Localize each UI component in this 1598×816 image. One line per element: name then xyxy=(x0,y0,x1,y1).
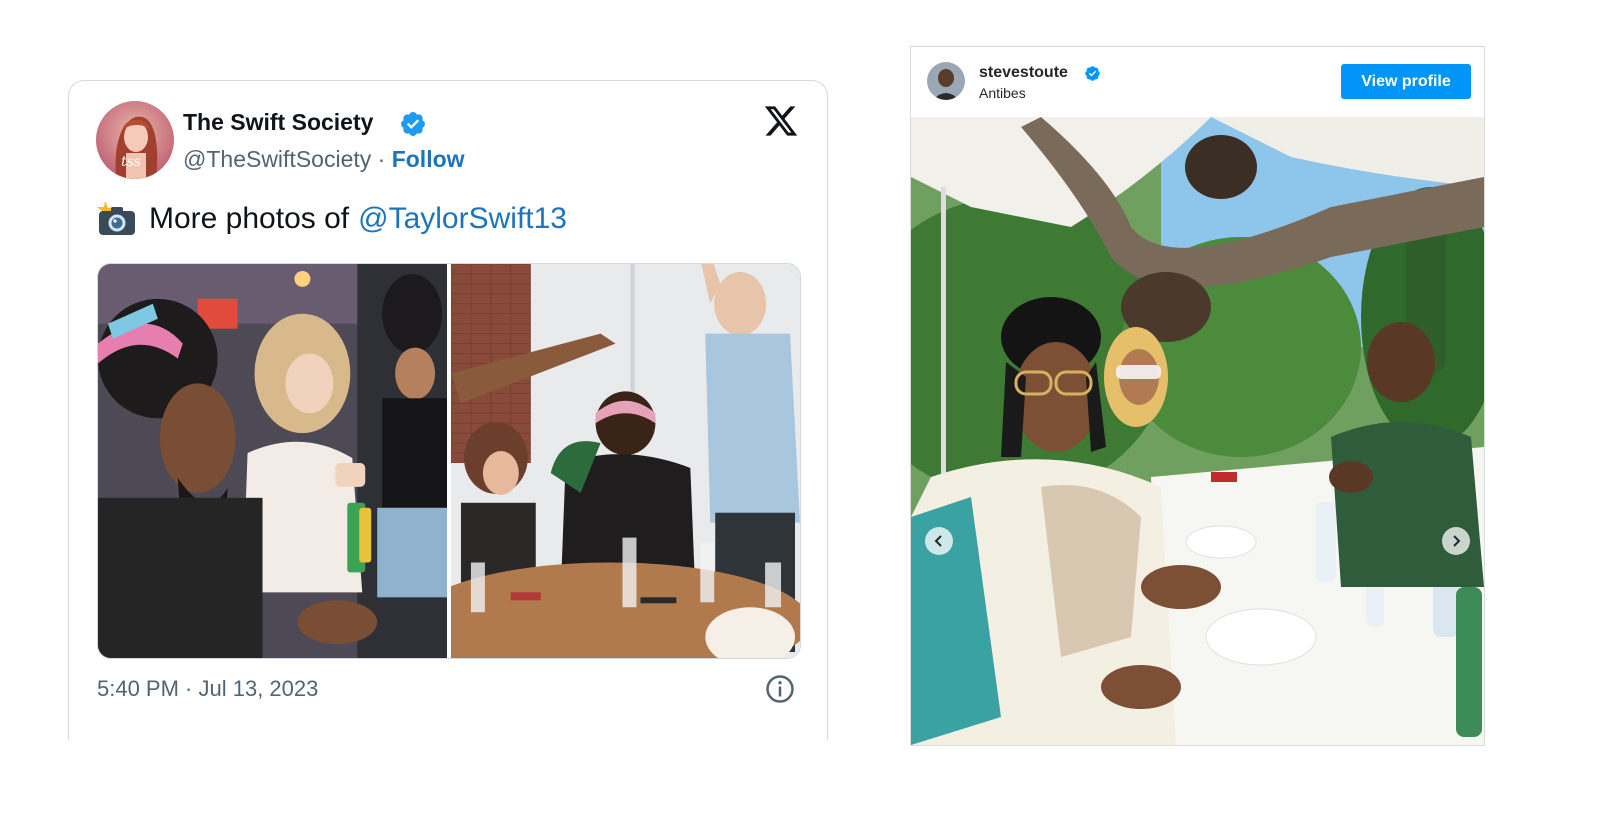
chevron-right-icon[interactable] xyxy=(1442,527,1470,555)
chevron-left-icon[interactable] xyxy=(925,527,953,555)
mention-link[interactable]: @TaylorSwift13 xyxy=(358,202,567,236)
separator-dot: · xyxy=(377,146,386,172)
tweet-body-text: More photos of xyxy=(149,202,350,235)
tweet-embed-card: tss The Swift Society @TheSwiftSociety ·… xyxy=(68,80,828,740)
tweet-handle[interactable]: @TheSwiftSociety xyxy=(183,146,371,172)
verified-badge-icon xyxy=(401,112,425,136)
tweet-photo-2[interactable] xyxy=(451,264,800,658)
tweet-text: More photos of @TaylorSwift13 xyxy=(97,201,567,237)
instagram-photo[interactable] xyxy=(911,117,1484,745)
x-logo-icon[interactable] xyxy=(763,103,799,139)
verified-badge-icon xyxy=(1085,66,1100,81)
tweet-photo-1[interactable] xyxy=(98,264,447,658)
tweet-avatar[interactable]: tss xyxy=(96,101,174,179)
info-icon[interactable] xyxy=(765,674,795,704)
avatar-initials: tss xyxy=(121,154,141,170)
tweet-timestamp[interactable]: 5:40 PM · Jul 13, 2023 xyxy=(97,676,318,702)
instagram-header: stevestoute Antibes View profile xyxy=(911,47,1484,117)
instagram-location[interactable]: Antibes xyxy=(979,85,1026,101)
tweet-handle-line: @TheSwiftSociety · Follow xyxy=(183,146,465,173)
instagram-embed-card: stevestoute Antibes View profile xyxy=(910,46,1485,746)
camera-flash-icon xyxy=(97,201,135,235)
instagram-avatar[interactable] xyxy=(927,62,965,100)
tweet-display-name[interactable]: The Swift Society xyxy=(183,109,373,136)
tweet-media-grid xyxy=(97,263,801,659)
view-profile-button[interactable]: View profile xyxy=(1341,64,1471,99)
follow-link[interactable]: Follow xyxy=(392,146,465,172)
instagram-username[interactable]: stevestoute xyxy=(979,64,1068,82)
